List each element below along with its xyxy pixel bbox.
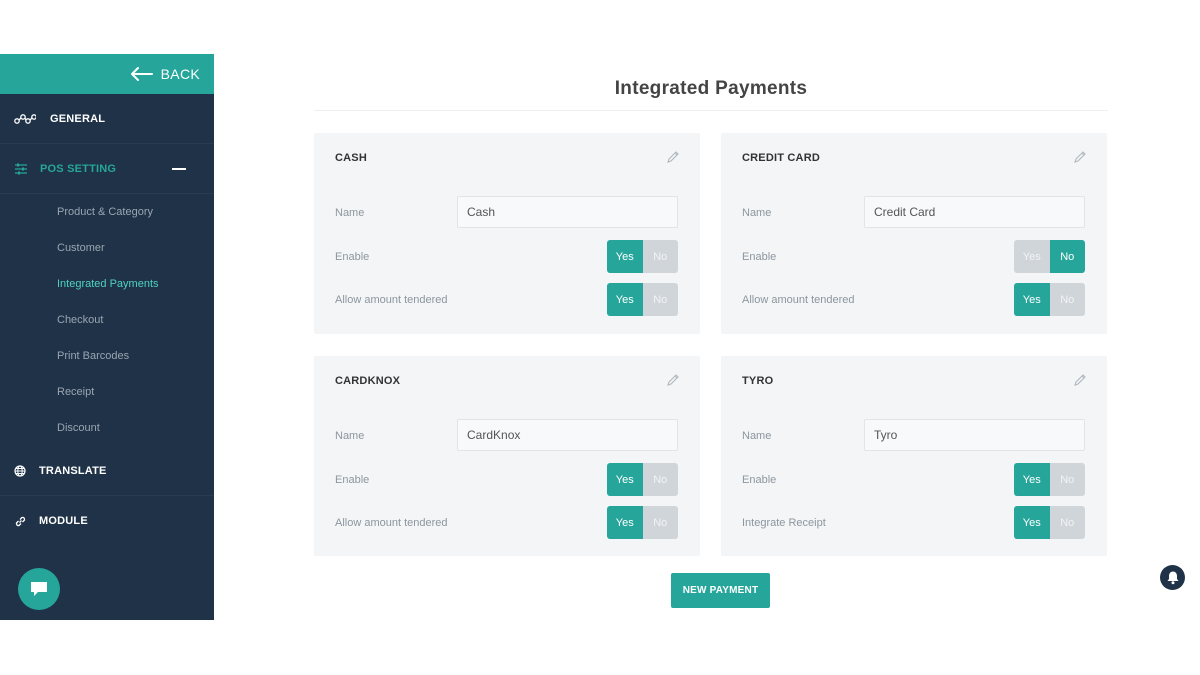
integrate-receipt-toggle[interactable]: Yes No (1014, 506, 1085, 539)
card-title: CREDIT CARD (742, 152, 820, 164)
name-input[interactable] (457, 419, 678, 451)
nav-translate[interactable]: TRANSLATE (0, 446, 214, 496)
sidebar-item-receipt[interactable]: Receipt (0, 374, 214, 410)
toggle-yes[interactable]: Yes (607, 506, 643, 539)
enable-toggle[interactable]: Yes No (1014, 463, 1085, 496)
enable-label: Enable (335, 251, 370, 263)
page-title: Integrated Payments (614, 78, 808, 99)
toggle-yes[interactable]: Yes (607, 283, 643, 316)
allow-amount-tendered-label: Allow amount tendered (335, 517, 448, 529)
toggle-yes[interactable]: Yes (1014, 283, 1050, 316)
nav-pos-setting-label: POS SETTING (40, 162, 117, 175)
chat-button[interactable] (18, 568, 60, 610)
sidebar-item-discount[interactable]: Discount (0, 410, 214, 446)
toggle-no[interactable]: No (1049, 240, 1085, 273)
notifications-button[interactable] (1160, 565, 1185, 590)
back-button[interactable]: BACK (0, 54, 214, 94)
chat-icon (31, 582, 47, 596)
enable-label: Enable (742, 474, 777, 486)
back-label: BACK (160, 66, 200, 82)
toggle-yes[interactable]: Yes (607, 240, 643, 273)
name-label: Name (335, 207, 365, 219)
nav-general[interactable]: GENERAL (0, 94, 214, 144)
allow-amount-tendered-toggle[interactable]: Yes No (607, 506, 678, 539)
nav-translate-label: TRANSLATE (39, 464, 107, 477)
sidebar-item-customer[interactable]: Customer (0, 230, 214, 266)
toggle-yes[interactable]: Yes (1014, 506, 1050, 539)
pencil-icon[interactable] (666, 150, 680, 164)
enable-label: Enable (335, 474, 370, 486)
sidebar-item-print-barcodes[interactable]: Print Barcodes (0, 338, 214, 374)
link-icon (14, 515, 38, 528)
allow-amount-tendered-toggle[interactable]: Yes No (1014, 283, 1085, 316)
payment-card-credit-card: CREDIT CARD Name Enable Yes No Allow amo… (721, 133, 1107, 334)
name-label: Name (742, 430, 772, 442)
sidebar-item-integrated-payments[interactable]: Integrated Payments (0, 266, 214, 302)
card-title: CARDKNOX (335, 375, 401, 387)
nav-module-label: MODULE (39, 515, 88, 527)
pencil-icon[interactable] (666, 373, 680, 387)
toggle-no[interactable]: No (1049, 506, 1085, 539)
nodes-icon (14, 113, 38, 125)
payment-card-tyro: TYRO Name Enable Yes No Integrate Receip… (721, 356, 1107, 556)
nav-module[interactable]: MODULE (0, 496, 214, 546)
bell-icon (1167, 571, 1178, 585)
allow-amount-tendered-label: Allow amount tendered (335, 294, 448, 306)
pos-setting-submenu: Product & Category Customer Integrated P… (0, 194, 214, 446)
arrow-left-icon (130, 67, 153, 81)
new-payment-button[interactable]: NEW PAYMENT (671, 573, 770, 608)
nav-pos-setting[interactable]: POS SETTING (0, 144, 214, 194)
allow-amount-tendered-toggle[interactable]: Yes No (607, 283, 678, 316)
card-title: TYRO (742, 375, 774, 387)
collapse-icon[interactable] (172, 167, 186, 170)
sliders-icon (14, 163, 38, 175)
name-input[interactable] (864, 419, 1085, 451)
payment-card-cash: CASH Name Enable Yes No Allow amount ten… (314, 133, 700, 334)
enable-label: Enable (742, 251, 777, 263)
toggle-no[interactable]: No (1049, 463, 1085, 496)
nav-general-label: GENERAL (50, 112, 106, 125)
integrate-receipt-label: Integrate Receipt (742, 517, 826, 529)
toggle-no[interactable]: No (642, 283, 678, 316)
name-input[interactable] (864, 196, 1085, 228)
name-input[interactable] (457, 196, 678, 228)
toggle-no[interactable]: No (642, 506, 678, 539)
toggle-yes[interactable]: Yes (607, 463, 643, 496)
title-divider (314, 110, 1108, 111)
toggle-no[interactable]: No (1049, 283, 1085, 316)
name-label: Name (335, 430, 365, 442)
pencil-icon[interactable] (1073, 373, 1087, 387)
name-label: Name (742, 207, 772, 219)
allow-amount-tendered-label: Allow amount tendered (742, 294, 855, 306)
enable-toggle[interactable]: Yes No (607, 240, 678, 273)
card-title: CASH (335, 152, 367, 164)
enable-toggle[interactable]: Yes No (607, 463, 678, 496)
toggle-no[interactable]: No (642, 240, 678, 273)
sidebar-item-product-category[interactable]: Product & Category (0, 194, 214, 230)
toggle-yes[interactable]: Yes (1014, 463, 1050, 496)
toggle-no[interactable]: No (642, 463, 678, 496)
globe-icon (14, 464, 38, 477)
payment-card-cardknox: CARDKNOX Name Enable Yes No Allow amount… (314, 356, 700, 556)
enable-toggle[interactable]: Yes No (1014, 240, 1085, 273)
sidebar-item-checkout[interactable]: Checkout (0, 302, 214, 338)
pencil-icon[interactable] (1073, 150, 1087, 164)
sidebar: BACK GENERAL POS SETTING Product & Categ… (0, 54, 214, 620)
toggle-yes[interactable]: Yes (1014, 240, 1050, 273)
